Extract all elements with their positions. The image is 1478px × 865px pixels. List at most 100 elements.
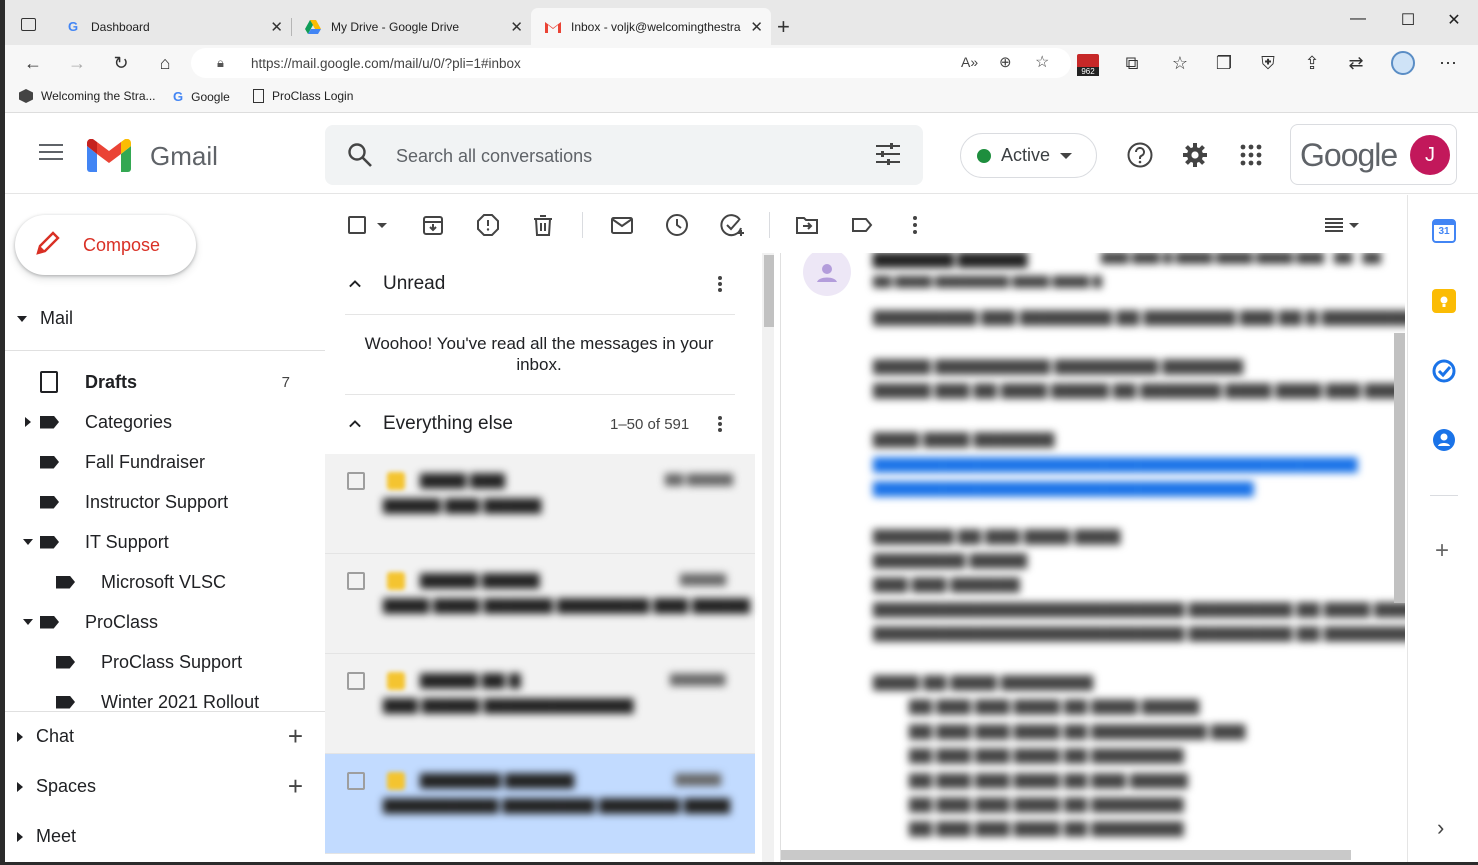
- select-all-checkbox[interactable]: [348, 216, 366, 234]
- gmail-logo-icon[interactable]: [87, 138, 131, 172]
- close-tab-icon[interactable]: ✕: [750, 18, 763, 36]
- sidebar-item-microsoft-vlsc[interactable]: Microsoft VLSC: [5, 564, 325, 600]
- table-row[interactable]: ▇▇▇▇▇ ▇▇ ▇ ▇▇▇ ▇▇▇▇▇ ▇▇▇▇▇▇▇▇▇▇▇▇▇ ▇▇▇▇▇…: [325, 654, 755, 754]
- meet-section-header[interactable]: Meet: [5, 826, 325, 847]
- calendar-icon[interactable]: 31: [1432, 219, 1456, 243]
- star-icon[interactable]: [387, 672, 405, 690]
- table-row[interactable]: ▇▇▇▇▇ ▇▇▇▇▇ ▇▇▇▇ ▇▇▇▇ ▇▇▇▇▇▇ ▇▇▇▇▇▇▇▇ ▇▇…: [325, 554, 755, 654]
- expand-icon[interactable]: [25, 417, 31, 427]
- scrollbar-thumb[interactable]: [764, 255, 774, 327]
- read-aloud-icon[interactable]: A»: [961, 54, 978, 70]
- delete-icon[interactable]: [531, 213, 555, 237]
- chat-section-header[interactable]: Chat +: [5, 721, 325, 751]
- more-options-icon[interactable]: ⋯: [1434, 51, 1462, 75]
- address-bar[interactable]: 🔒︎ https://mail.google.com/mail/u/0/?pli…: [191, 48, 1071, 78]
- profile-icon[interactable]: [1391, 51, 1415, 75]
- shield-extension-icon[interactable]: ⛨: [1254, 51, 1282, 75]
- share-icon[interactable]: ⇪: [1298, 51, 1326, 75]
- favorites-icon[interactable]: ☆: [1166, 51, 1194, 75]
- row-checkbox[interactable]: [347, 572, 365, 590]
- row-checkbox[interactable]: [347, 472, 365, 490]
- back-icon[interactable]: ←: [19, 51, 47, 75]
- chevron-up-icon[interactable]: [349, 278, 361, 290]
- close-tab-icon[interactable]: ✕: [510, 18, 523, 36]
- sidebar-item-categories[interactable]: Categories: [5, 404, 325, 440]
- sidebar-item-winter-2021-rollout[interactable]: Winter 2021 Rollout: [5, 684, 325, 720]
- home-icon[interactable]: ⌂: [151, 51, 179, 75]
- collections-icon[interactable]: ❐: [1210, 51, 1238, 75]
- star-icon[interactable]: [387, 772, 405, 790]
- tab-dashboard[interactable]: G Dashboard ✕: [51, 8, 291, 45]
- redacted-link[interactable]: ▇▇▇▇▇▇▇▇▇▇▇▇▇▇▇▇▇▇▇▇▇▇▇▇▇▇▇▇▇▇▇▇▇: [873, 479, 1254, 497]
- expand-panel-chevron-right-icon[interactable]: ›: [1437, 815, 1444, 841]
- settings-gear-icon[interactable]: [1181, 141, 1209, 169]
- label-as-icon[interactable]: [850, 213, 874, 237]
- add-space-icon[interactable]: +: [288, 771, 303, 802]
- new-tab-icon[interactable]: +: [777, 14, 790, 40]
- tab-actions-icon[interactable]: [21, 18, 36, 31]
- extension-calendar-icon[interactable]: 962: [1077, 54, 1099, 76]
- maximize-icon[interactable]: ☐: [1385, 10, 1431, 30]
- favorite-add-icon[interactable]: ☆: [1035, 52, 1049, 72]
- avatar[interactable]: J: [1410, 135, 1450, 175]
- redacted-link[interactable]: ▇▇▇▇▇▇▇▇▇▇▇▇▇▇▇▇▇▇▇▇▇▇▇▇▇▇▇▇▇▇▇▇▇▇▇▇▇▇▇▇…: [873, 455, 1358, 473]
- unread-section-header[interactable]: Unread: [325, 255, 755, 313]
- star-icon[interactable]: [387, 472, 405, 490]
- zoom-icon[interactable]: ⊕: [999, 53, 1012, 71]
- mark-as-read-icon[interactable]: [610, 213, 634, 237]
- apps-grid-icon[interactable]: [1237, 141, 1265, 169]
- chevron-up-icon[interactable]: [349, 418, 361, 430]
- everything-else-section-header[interactable]: Everything else 1–50 of 591: [325, 395, 755, 453]
- table-row[interactable]: ▇▇▇▇ ▇▇▇ ▇▇▇▇▇ ▇▇▇ ▇▇▇▇▇ ▇▇ ▇▇▇▇▇: [325, 454, 755, 554]
- help-icon[interactable]: [1126, 141, 1154, 169]
- close-tab-icon[interactable]: ✕: [270, 18, 283, 36]
- star-icon[interactable]: [387, 572, 405, 590]
- move-to-icon[interactable]: [795, 213, 819, 237]
- tab-inbox[interactable]: Inbox - voljk@welcomingthestra ✕: [531, 8, 771, 45]
- refresh-icon[interactable]: ↻: [107, 51, 135, 75]
- status-selector[interactable]: Active: [960, 133, 1097, 178]
- row-checkbox[interactable]: [347, 772, 365, 790]
- sync-icon[interactable]: ⇄: [1342, 51, 1370, 75]
- collapse-icon[interactable]: [23, 539, 33, 545]
- table-row[interactable]: ▇▇▇▇▇▇▇ ▇▇▇▇▇▇ ▇▇▇▇▇▇▇▇▇▇ ▇▇▇▇▇▇▇▇ ▇▇▇▇▇…: [325, 754, 755, 854]
- sidebar-item-proclass-support[interactable]: ProClass Support: [5, 644, 325, 680]
- search-input[interactable]: Search all conversations: [396, 146, 592, 167]
- more-vert-icon[interactable]: [903, 213, 927, 237]
- snooze-clock-icon[interactable]: [665, 213, 689, 237]
- minimize-icon[interactable]: —: [1335, 10, 1381, 28]
- compose-button[interactable]: Compose: [15, 215, 196, 275]
- more-vert-icon[interactable]: [718, 274, 724, 294]
- sidebar-item-instructor-support[interactable]: Instructor Support: [5, 484, 325, 520]
- url-text[interactable]: https://mail.google.com/mail/u/0/?pli=1#…: [251, 56, 521, 71]
- select-menu-chevron-down-icon[interactable]: [377, 223, 387, 228]
- search-options-icon[interactable]: [875, 142, 901, 171]
- tab-google-drive[interactable]: My Drive - Google Drive ✕: [291, 8, 531, 45]
- sidebar-item-it-support[interactable]: IT Support: [5, 524, 325, 560]
- sidebar-item-proclass[interactable]: ProClass: [5, 604, 325, 640]
- spaces-section-header[interactable]: Spaces +: [5, 771, 325, 801]
- forward-icon[interactable]: →: [63, 51, 91, 75]
- bookmark-proclass-login[interactable]: ProClass Login: [253, 89, 353, 103]
- main-menu-icon[interactable]: [39, 144, 63, 162]
- add-addon-icon[interactable]: +: [1435, 537, 1449, 565]
- bookmark-welcoming[interactable]: Welcoming the Stra...: [19, 89, 156, 103]
- more-vert-icon[interactable]: [718, 414, 724, 434]
- sidebar-item-drafts[interactable]: Drafts 7: [5, 364, 325, 400]
- mail-section-header[interactable]: Mail: [5, 308, 73, 329]
- keep-icon[interactable]: [1432, 289, 1456, 313]
- search-bar[interactable]: Search all conversations: [325, 125, 923, 185]
- archive-icon[interactable]: [421, 213, 445, 237]
- extensions-icon[interactable]: ⧉: [1118, 51, 1146, 75]
- contacts-icon[interactable]: [1432, 428, 1456, 452]
- search-icon[interactable]: [347, 142, 373, 173]
- close-window-icon[interactable]: ✕: [1431, 10, 1477, 30]
- reading-pane-horizontal-scrollbar[interactable]: [781, 850, 1351, 860]
- collapse-icon[interactable]: [23, 619, 33, 625]
- reading-pane-scrollbar[interactable]: [1394, 333, 1405, 603]
- split-pane-toggle-icon[interactable]: [1323, 213, 1359, 237]
- report-spam-icon[interactable]: [476, 213, 500, 237]
- message-list-scrollbar[interactable]: [762, 253, 774, 862]
- row-checkbox[interactable]: [347, 672, 365, 690]
- add-chat-icon[interactable]: +: [288, 721, 303, 752]
